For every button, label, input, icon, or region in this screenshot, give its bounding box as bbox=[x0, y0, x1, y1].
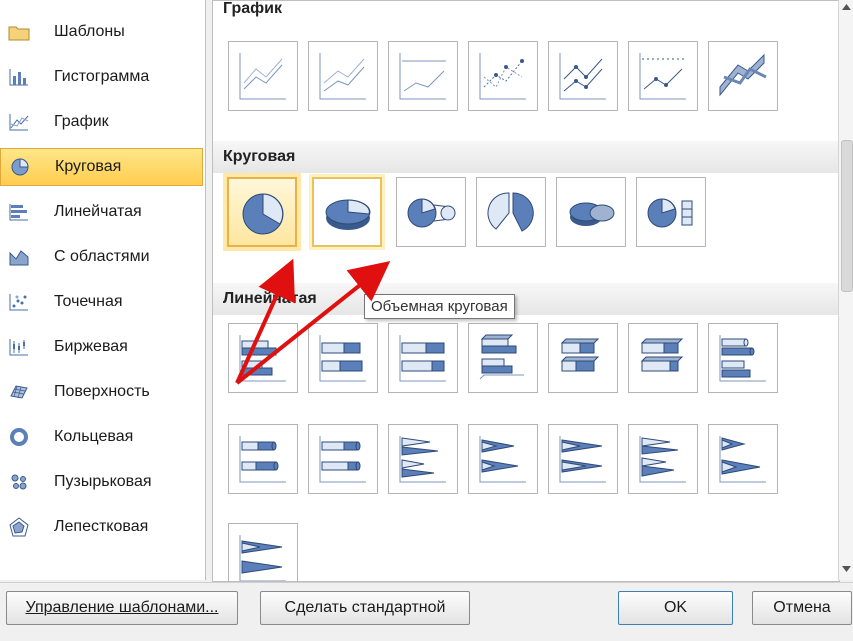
set-default-button[interactable]: Сделать стандартной bbox=[260, 591, 470, 625]
3d-line-chart-tile[interactable] bbox=[708, 41, 778, 111]
sidebar-item-label: Линейчатая bbox=[54, 203, 142, 220]
stock-chart-icon bbox=[4, 337, 34, 357]
sidebar-item-templates[interactable]: Шаблоны bbox=[0, 13, 203, 51]
pie-chart-tile[interactable] bbox=[227, 177, 297, 247]
percent-line-chart-tile[interactable] bbox=[388, 41, 458, 111]
cancel-button[interactable]: Отмена bbox=[752, 591, 852, 625]
section-header-bar: Линейчатая bbox=[213, 283, 839, 315]
manage-templates-button[interactable]: Управление шаблонами... bbox=[6, 591, 238, 625]
sidebar-item-pie[interactable]: Круговая bbox=[0, 148, 203, 186]
clustered-bar-chart-tile[interactable] bbox=[228, 323, 298, 393]
pie-of-pie-chart-tile[interactable] bbox=[396, 177, 466, 247]
bubble-chart-icon bbox=[4, 472, 34, 492]
sidebar-item-area[interactable]: С областями bbox=[0, 238, 203, 276]
sidebar-item-label: График bbox=[54, 113, 109, 130]
3d-clustered-bar-tile[interactable] bbox=[468, 323, 538, 393]
sidebar-item-label: Лепестковая bbox=[54, 518, 149, 535]
percent-pyramid-bar-tile[interactable] bbox=[228, 523, 298, 581]
chart-category-list: Шаблоны Гистограмма График Круговая Лине… bbox=[0, 0, 206, 580]
sidebar-item-doughnut[interactable]: Кольцевая bbox=[0, 418, 203, 456]
sidebar-item-scatter[interactable]: Точечная bbox=[0, 283, 203, 321]
scrollbar-thumb[interactable] bbox=[841, 140, 853, 292]
sidebar-item-label: Круговая bbox=[55, 158, 122, 175]
gallery-scrollbar[interactable] bbox=[838, 0, 853, 580]
sidebar-item-label: Шаблоны bbox=[54, 23, 125, 40]
section-header-line: График bbox=[213, 1, 839, 25]
3d-pie-chart-tile[interactable] bbox=[312, 177, 382, 247]
percent-bar-chart-tile[interactable] bbox=[388, 323, 458, 393]
percent-cone-bar-tile[interactable] bbox=[548, 424, 618, 494]
pie-chart-icon bbox=[5, 157, 35, 177]
sidebar-item-radar[interactable]: Лепестковая bbox=[0, 508, 203, 546]
percent-cylinder-bar-tile[interactable] bbox=[308, 424, 378, 494]
bar-chart-icon bbox=[4, 202, 34, 222]
line-chart-tile[interactable] bbox=[228, 41, 298, 111]
tooltip: Объемная круговая bbox=[364, 294, 515, 319]
sidebar-item-bar[interactable]: Линейчатая bbox=[0, 193, 203, 231]
sidebar-item-label: Кольцевая bbox=[54, 428, 134, 445]
folder-icon bbox=[4, 23, 34, 41]
surface-chart-icon bbox=[4, 382, 34, 402]
stacked-line-markers-tile[interactable] bbox=[548, 41, 618, 111]
clustered-pyramid-bar-tile[interactable] bbox=[628, 424, 698, 494]
percent-line-markers-tile[interactable] bbox=[628, 41, 698, 111]
scroll-down-icon[interactable] bbox=[842, 566, 851, 572]
clustered-cylinder-bar-tile[interactable] bbox=[708, 323, 778, 393]
scatter-chart-icon bbox=[4, 292, 34, 312]
doughnut-chart-icon bbox=[4, 427, 34, 447]
sidebar-item-label: Пузырьковая bbox=[54, 473, 152, 490]
sidebar-item-stock[interactable]: Биржевая bbox=[0, 328, 203, 366]
line-chart-icon bbox=[4, 112, 34, 132]
sidebar-item-bubble[interactable]: Пузырьковая bbox=[0, 463, 203, 501]
3d-percent-bar-tile[interactable] bbox=[628, 323, 698, 393]
sidebar-item-label: Гистограмма bbox=[54, 68, 150, 85]
clustered-cone-bar-tile[interactable] bbox=[388, 424, 458, 494]
exploded-3d-pie-tile[interactable] bbox=[556, 177, 626, 247]
stacked-pyramid-bar-tile[interactable] bbox=[708, 424, 778, 494]
sidebar-item-label: С областями bbox=[54, 248, 150, 265]
sidebar-item-label: Точечная bbox=[54, 293, 123, 310]
line-markers-chart-tile[interactable] bbox=[468, 41, 538, 111]
exploded-pie-chart-tile[interactable] bbox=[476, 177, 546, 247]
column-chart-icon bbox=[4, 67, 34, 87]
chart-subtype-gallery: График Круговая Линейчатая bbox=[212, 0, 840, 582]
sidebar-item-label: Биржевая bbox=[54, 338, 128, 355]
stacked-cylinder-bar-tile[interactable] bbox=[228, 424, 298, 494]
section-header-pie: Круговая bbox=[213, 141, 839, 173]
stacked-cone-bar-tile[interactable] bbox=[468, 424, 538, 494]
scroll-up-icon[interactable] bbox=[842, 4, 851, 10]
radar-chart-icon bbox=[4, 517, 34, 537]
ok-button[interactable]: OK bbox=[618, 591, 733, 625]
sidebar-item-label: Поверхность bbox=[54, 383, 150, 400]
sidebar-item-line[interactable]: График bbox=[0, 103, 203, 141]
area-chart-icon bbox=[4, 247, 34, 267]
dialog-button-bar: Управление шаблонами... Сделать стандарт… bbox=[0, 582, 853, 641]
stacked-bar-chart-tile[interactable] bbox=[308, 323, 378, 393]
bar-of-pie-chart-tile[interactable] bbox=[636, 177, 706, 247]
stacked-line-chart-tile[interactable] bbox=[308, 41, 378, 111]
sidebar-item-column[interactable]: Гистограмма bbox=[0, 58, 203, 96]
chart-type-dialog: Шаблоны Гистограмма График Круговая Лине… bbox=[0, 0, 853, 641]
sidebar-item-surface[interactable]: Поверхность bbox=[0, 373, 203, 411]
3d-stacked-bar-tile[interactable] bbox=[548, 323, 618, 393]
